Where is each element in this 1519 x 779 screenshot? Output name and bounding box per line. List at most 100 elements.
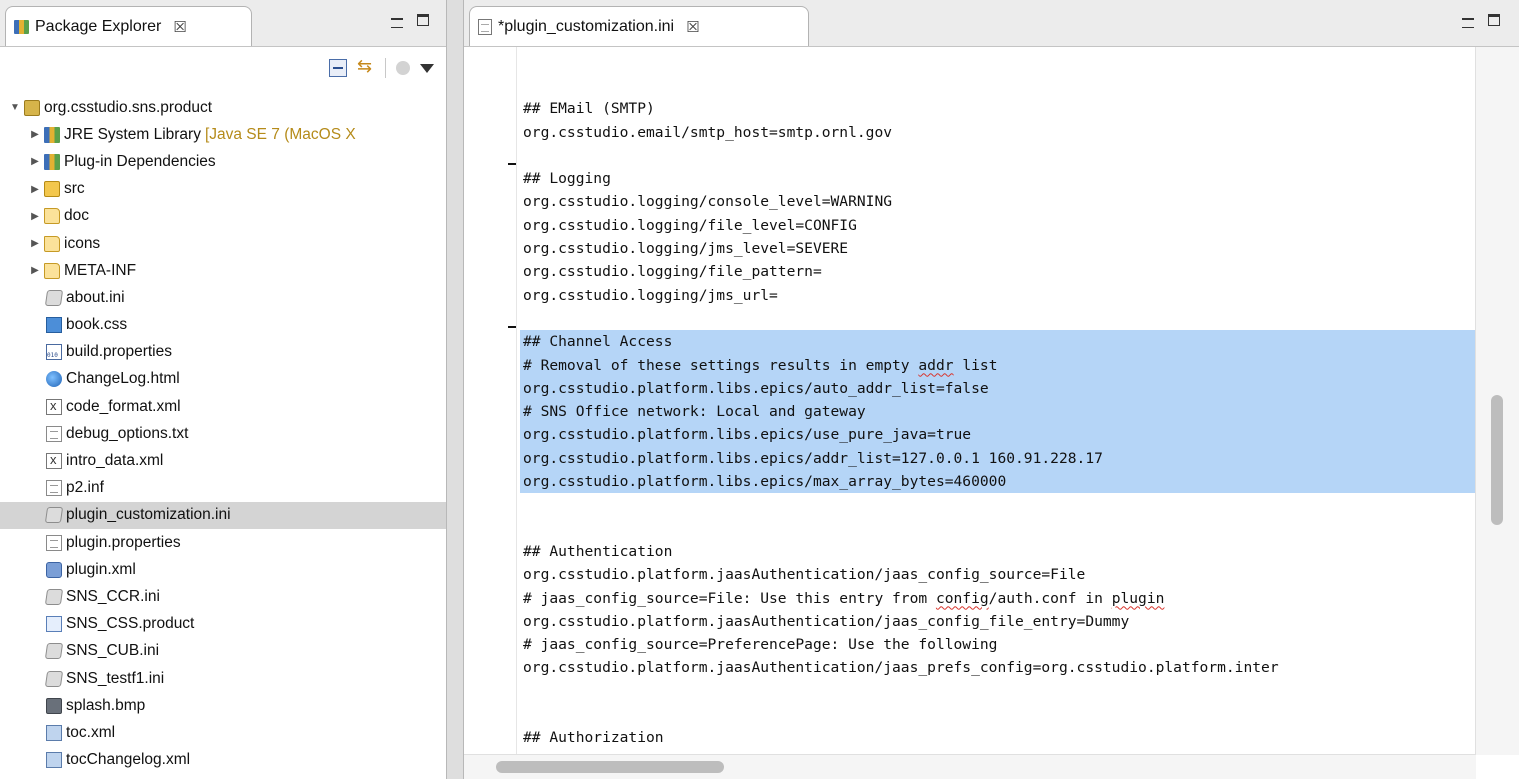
library-icon [44,153,60,170]
ini-file-icon [44,507,64,524]
tree-item[interactable]: about.ini [0,284,446,311]
code-line[interactable]: ## Logging [520,167,1476,190]
code-line[interactable] [520,493,1476,516]
close-icon[interactable]: ☒ [173,18,186,36]
tree-item[interactable]: debug_options.txt [0,420,446,447]
tree-item-label: intro_data.xml [66,452,164,470]
code-line[interactable]: org.csstudio.platform.libs.epics/use_pur… [520,423,1476,447]
tree-item[interactable]: splash.bmp [0,692,446,719]
code-line[interactable]: org.csstudio.platform.jaasAuthentication… [520,563,1476,586]
image-file-icon [46,697,62,714]
link-with-editor-icon[interactable] [357,56,375,77]
tree-item[interactable]: intro_data.xml [0,447,446,474]
tree-item[interactable]: plugin.properties [0,529,446,556]
view-menu-icon[interactable] [420,63,434,73]
fold-marker-icon[interactable] [508,326,516,329]
tree-item[interactable]: book.css [0,312,446,339]
vertical-scrollbar[interactable] [1475,47,1519,755]
code-line[interactable]: # jaas_config_source=PreferencePage: Use… [520,633,1476,656]
collapse-all-icon[interactable] [329,59,347,77]
collapsed-twisty-icon[interactable]: ▶ [30,238,40,249]
tree-item[interactable]: ▶ JRE System Library [Java SE 7 (MacOS X [0,121,446,148]
tree-item[interactable]: SNS_CUB.ini [0,638,446,665]
code-line[interactable]: org.csstudio.platform.libs.epics/auto_ad… [520,376,1476,401]
ini-file-icon [44,588,64,605]
fold-marker-icon[interactable] [508,163,516,166]
expanded-twisty-icon[interactable]: ▼ [10,102,20,113]
collapsed-twisty-icon[interactable]: ▶ [30,129,40,140]
code-line[interactable] [520,74,1476,97]
plugin-manifest-icon [46,561,62,578]
tree-item[interactable]: tocChangelog.xml [0,747,446,774]
code-line[interactable] [520,144,1476,167]
package-explorer-toolbar [329,56,434,78]
tree-item[interactable]: code_format.xml [0,393,446,420]
tree-item[interactable]: ▼ org.csstudio.sns.product [0,94,446,121]
spelling-error-marker: config [935,589,989,607]
code-line[interactable]: org.csstudio.platform.jaasAuthentication… [520,610,1476,633]
code-line[interactable]: # Removal of these settings results in e… [520,353,1476,377]
code-line[interactable]: ## Authorization [520,726,1476,749]
tree-item[interactable]: p2.inf [0,475,446,502]
tree-item[interactable]: ▶ icons [0,230,446,257]
code-line[interactable]: ## Channel Access [520,330,1476,354]
maximize-icon[interactable] [417,14,429,26]
folder-icon [44,262,60,279]
editor-tab[interactable]: *plugin_customization.ini ☒ [469,6,809,46]
code-line[interactable] [520,703,1476,726]
minimize-icon[interactable] [1462,18,1474,28]
tree-item[interactable]: ChangeLog.html [0,366,446,393]
code-line[interactable]: org.csstudio.logging/file_level=CONFIG [520,214,1476,237]
code-line[interactable]: org.csstudio.platform.libs.epics/max_arr… [520,470,1476,494]
horizontal-scroll-thumb[interactable] [496,761,724,773]
maximize-icon[interactable] [1488,14,1500,26]
code-line[interactable] [520,680,1476,703]
code-line[interactable]: org.csstudio.logging/file_pattern= [520,260,1476,283]
tree-item[interactable]: ▶ Plug-in Dependencies [0,148,446,175]
tree-item[interactable]: SNS_testf1.ini [0,665,446,692]
collapsed-twisty-icon[interactable]: ▶ [30,265,40,276]
code-line[interactable] [520,517,1476,540]
package-explorer-icon [14,19,29,34]
tree-item[interactable]: plugin_customization.ini [0,501,446,529]
tree-item-label: SNS_CCR.ini [66,587,160,605]
tree-item[interactable]: SNS_CSS.product [0,611,446,638]
package-explorer-title: Package Explorer [35,17,162,35]
tree-item[interactable]: build.properties [0,339,446,366]
code-line[interactable]: # SNS Office network: Local and gateway [520,400,1476,424]
code-line[interactable]: ## EMail (SMTP) [520,97,1476,120]
code-line[interactable]: org.csstudio.platform.libs.epics/addr_li… [520,446,1476,471]
code-line[interactable]: ## Authentication [520,540,1476,563]
tree-item[interactable]: ▶ doc [0,203,446,230]
tree-item[interactable]: ▶ src [0,176,446,203]
collapsed-twisty-icon[interactable]: ▶ [30,156,40,167]
minimize-icon[interactable] [391,18,403,28]
tree-item[interactable]: plugin.xml [0,556,446,583]
code-line[interactable]: # jaas_config_source=File: Use this entr… [520,587,1476,610]
tree-item-label: about.ini [66,288,125,306]
horizontal-scrollbar[interactable] [464,754,1476,779]
package-explorer-window-controls [391,14,429,28]
tree-item-label: SNS_CUB.ini [66,642,160,660]
code-line[interactable]: org.csstudio.logging/jms_level=SEVERE [520,237,1476,260]
code-line[interactable]: org.csstudio.logging/jms_url= [520,284,1476,307]
editor-text-area[interactable]: ## EMail (SMTP) org.csstudio.email/smtp_h… [520,74,1476,750]
focus-on-active-task-icon[interactable] [396,61,410,75]
tree-item[interactable]: SNS_CCR.ini [0,583,446,610]
code-line[interactable]: org.csstudio.email/smtp_host=smtp.ornl.g… [520,121,1476,144]
collapsed-twisty-icon[interactable]: ▶ [30,211,40,222]
product-file-icon [46,616,62,633]
vertical-scroll-thumb[interactable] [1491,395,1503,525]
project-icon [24,99,40,116]
collapsed-twisty-icon[interactable]: ▶ [30,184,40,195]
tree-item[interactable]: toc.xml [0,719,446,746]
code-line[interactable] [520,307,1476,330]
code-line[interactable]: org.csstudio.logging/console_level=WARNI… [520,190,1476,213]
close-icon[interactable]: ☒ [686,18,699,36]
tree-item[interactable]: ▶ META-INF [0,257,446,284]
spelling-error-marker: plugin [1111,589,1165,607]
code-line[interactable]: org.csstudio.platform.jaasAuthentication… [520,656,1476,679]
package-explorer-tab[interactable]: Package Explorer ☒ [5,6,252,46]
tree-item-label: debug_options.txt [66,424,189,442]
ini-file-icon [44,643,64,660]
